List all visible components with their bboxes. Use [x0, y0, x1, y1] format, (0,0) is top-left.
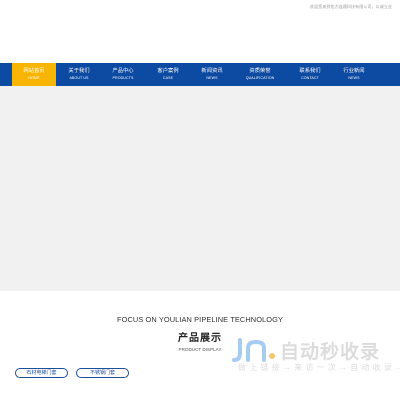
nav-item-contact[interactable]: 联系我们 CONTACT — [288, 63, 332, 86]
nav-item-label: 客户案例 — [157, 68, 179, 74]
nav-item-label: 资质荣誉 — [249, 68, 271, 74]
watermark-subtext: 做 上 链 接 → 来 访 一 次 → 自 动 收 录 → — [238, 363, 400, 372]
nav-item-news[interactable]: 新闻资讯 NEWS — [190, 63, 234, 86]
nav-item-sublabel: HOME — [28, 76, 40, 80]
nav-item-case[interactable]: 客户案例 CASE — [146, 63, 190, 86]
watermark-text: 自动秒收录 — [280, 342, 381, 363]
nav-item-sublabel: CASE — [162, 76, 174, 80]
section-title-en: FOCUS ON YOULIAN PIPELINE TECHNOLOGY — [117, 315, 283, 324]
nav-item-label: 产品中心 — [112, 68, 134, 74]
nav-item-products[interactable]: 产品中心 PRODUCTS — [101, 63, 145, 86]
banner-area — [0, 86, 400, 291]
welcome-text: 欢迎您来到佑力连通科技有限公司，以诚立业 — [310, 4, 392, 9]
watermark: 自动秒收录 做 上 链 接 → 来 访 一 次 → 自 动 收 录 → — [228, 336, 400, 376]
nav-item-industry-news[interactable]: 行业新闻 NEWS — [332, 63, 376, 86]
category-button-stainless-door-cover[interactable]: 不锈钢门套 — [76, 368, 129, 378]
nav-item-sublabel: NEWS — [206, 76, 218, 80]
nav-item-label: 网站首页 — [23, 68, 45, 74]
nav-item-sublabel: PRODUCTS — [112, 76, 134, 80]
top-bar: 欢迎您来到佑力连通科技有限公司，以诚立业 — [0, 0, 400, 16]
nav-item-sublabel: CONTACT — [301, 76, 319, 80]
nav-item-label: 关于我们 — [68, 68, 90, 74]
nav-item-label: 新闻资讯 — [201, 68, 223, 74]
category-button-stone-door-cover[interactable]: 石材电梯门套 — [15, 368, 68, 378]
nav-item-about[interactable]: 关于我们 ABOUT US — [57, 63, 101, 86]
nav-item-sublabel: QUALIFICATION — [245, 76, 275, 80]
nav-item-label: 联系我们 — [299, 68, 321, 74]
main-navigation: 网站首页 HOME 关于我们 ABOUT US 产品中心 PRODUCTS 客户… — [0, 63, 400, 86]
nav-item-label: 行业新闻 — [343, 68, 365, 74]
nav-item-home[interactable]: 网站首页 HOME — [12, 63, 56, 86]
nav-item-sublabel: ABOUT US — [69, 76, 89, 80]
nav-item-qualification[interactable]: 资质荣誉 QUALIFICATION — [236, 63, 284, 86]
watermark-logo-icon — [232, 338, 275, 362]
nav-item-sublabel: NEWS — [348, 76, 360, 80]
